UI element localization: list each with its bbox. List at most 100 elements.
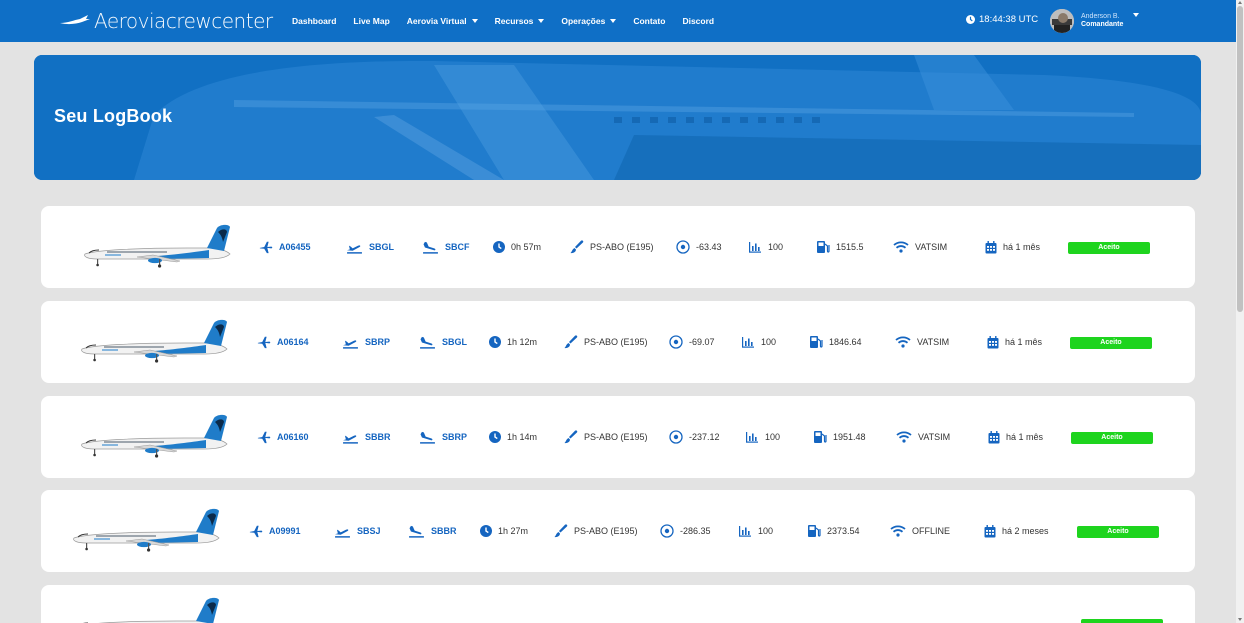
logbook-entry[interactable]: A06455 SBGL SBCF 0h 57m PS-ABO (E195) -6… [41,206,1195,288]
fuel-pump-icon [816,240,830,254]
chevron-down-icon [471,19,478,23]
chevron-down-icon [538,19,545,23]
landing-rate: -237.12 [669,396,720,478]
arrival-text: SBGL [442,337,468,347]
arrival-airport: SBGL [419,301,467,383]
departure-text: SBSJ [357,526,381,536]
aircraft-image [66,508,226,556]
flight-score: 100 [745,396,780,478]
arrival-airport: SBRP [419,396,467,478]
arrival-airport: SBCF [422,206,470,288]
aircraft-text: PS-ABO (E195) [584,432,648,442]
date-text: há 1 mês [1005,337,1043,347]
landing-rate-text: -63.43 [696,242,722,252]
flight-number-text: A06455 [279,242,311,252]
plane-icon [257,430,271,444]
score-text: 100 [758,526,774,536]
wifi-icon [895,336,911,348]
page-scrollbar[interactable] [1236,0,1244,623]
paint-brush-icon [554,524,568,538]
logbook-entry[interactable]: A06160 SBBR SBRP 1h 14m PS-ABO (E195) -2… [41,396,1195,478]
score-text: 100 [761,337,777,347]
nav-dashboard-label: Dashboard [292,16,337,26]
flight-number-text: A09991 [269,526,301,536]
chevron-down-icon [610,19,617,23]
plane-arrival-icon [408,525,425,538]
departure-airport: SBRP [342,301,390,383]
fuel-used: 2373.54 [807,490,860,572]
fuel-used: 1951.48 [813,396,866,478]
nav-operacoes[interactable]: Operações [561,16,617,26]
clock-icon [489,336,501,348]
nav-contato[interactable]: Contato [633,16,665,26]
aircraft-text: PS-ABO (E195) [584,337,648,347]
network: OFFLINE [890,490,950,572]
date-text: há 1 mês [1006,432,1044,442]
flight-duration: 0h 57m [493,206,541,288]
nav-live-map[interactable]: Live Map [353,16,389,26]
brand-text: Aeroviacrewcenter [94,9,273,33]
clock-icon [966,15,975,24]
nav-aerovia-virtual[interactable]: Aerovia Virtual [407,16,478,26]
duration-text: 1h 12m [507,337,538,347]
fuel-text: 1846.64 [829,337,862,347]
nav-discord[interactable]: Discord [682,16,714,26]
duration-text: 1h 14m [507,432,538,442]
aircraft-image [74,414,234,462]
scroll-down-icon[interactable] [1238,618,1242,621]
network: VATSIM [896,396,950,478]
flight-date: há 2 meses [984,490,1049,572]
aircraft-image [74,319,234,367]
nav-aerovia-virtual-label: Aerovia Virtual [406,16,467,26]
arrival-airport: SBBR [408,490,457,572]
plane-arrival-icon [419,336,436,349]
clock-icon [493,241,505,253]
hero-banner: Seu LogBook [34,55,1201,180]
target-icon [660,524,674,538]
bar-chart-icon [745,431,759,443]
flight-duration: 1h 14m [489,396,537,478]
paint-brush-icon [564,335,578,349]
plane-icon [249,524,263,538]
plane-departure-icon [346,241,363,254]
duration-text: 0h 57m [511,242,542,252]
date-text: há 1 mês [1003,242,1041,252]
status-badge: Aceito [1068,242,1150,254]
flight-number: A09991 [249,490,301,572]
target-icon [676,240,690,254]
nav-operacoes-label: Operações [561,16,606,26]
departure-airport: SBGL [346,206,394,288]
brand-logo[interactable]: Aeroviacrewcenter [60,9,273,33]
fuel-used: 1846.64 [809,301,862,383]
bar-chart-icon [741,336,755,348]
logbook-entry[interactable]: A06164 SBRP SBGL 1h 12m PS-ABO (E195) -6… [41,301,1195,383]
top-navbar: Aeroviacrewcenter Dashboard Live Map Aer… [0,0,1236,42]
flight-duration: 1h 12m [489,301,537,383]
user-name: Anderson B. [1081,13,1120,20]
calendar-icon [985,241,997,254]
logbook-entry[interactable] [41,585,1195,623]
target-icon [669,430,683,444]
flight-number: A06164 [257,301,309,383]
landing-rate-text: -69.07 [689,337,715,347]
scroll-up-icon[interactable] [1238,1,1242,4]
aircraft-text: PS-ABO (E195) [574,526,638,536]
aircraft-registration: PS-ABO (E195) [554,490,638,572]
calendar-icon [987,336,999,349]
airplane-logo-icon [60,15,90,25]
nav-recursos[interactable]: Recursos [495,16,545,26]
avatar [1050,9,1074,33]
clock-time: 18:44:38 UTC [979,14,1039,25]
flight-duration: 1h 27m [480,490,528,572]
scrollbar-thumb[interactable] [1237,6,1243,312]
network-text: VATSIM [917,337,950,347]
nav-recursos-label: Recursos [494,16,534,26]
logbook-entry[interactable]: A09991 SBSJ SBBR 1h 27m PS-ABO (E195) -2… [41,490,1195,572]
departure-airport: SBSJ [334,490,381,572]
network-text: VATSIM [918,432,951,442]
nav-dashboard[interactable]: Dashboard [292,16,336,26]
plane-icon [257,335,271,349]
user-menu[interactable]: Anderson B. Comandante [1050,9,1139,33]
aircraft-registration: PS-ABO (E195) [570,206,654,288]
brand-name-part1: Aerovia [94,9,166,33]
